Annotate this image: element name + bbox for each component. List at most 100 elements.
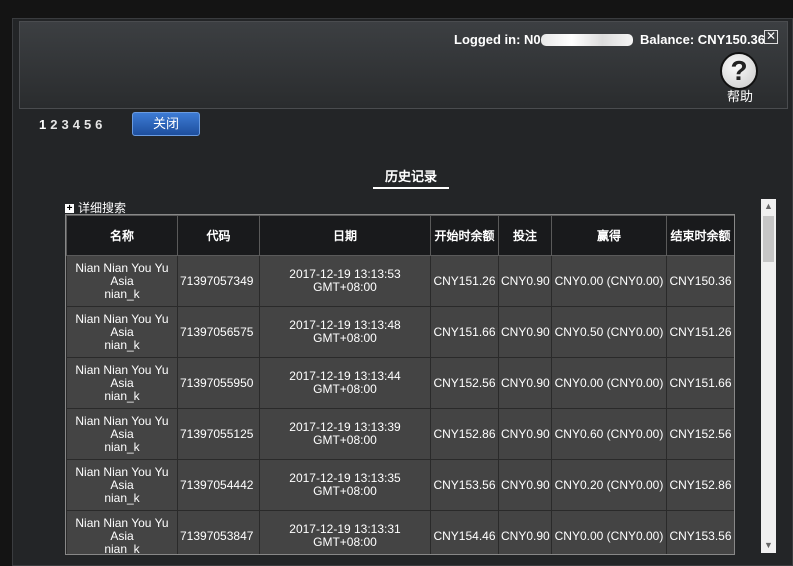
cell-start-balance-text: CNY153.56: [433, 477, 496, 492]
cell-win: CNY0.50 (CNY0.00): [551, 306, 667, 358]
column-header[interactable]: 开始时余额: [430, 215, 499, 256]
cell-start-balance-text: CNY151.26: [433, 273, 496, 288]
cell-date-text: GMT+08:00: [313, 331, 377, 345]
masked-username: [541, 34, 633, 46]
cell-bet: CNY0.90: [498, 357, 552, 409]
cell-start-balance-text: CNY152.56: [433, 375, 496, 390]
help-button[interactable]: ? 帮助: [719, 52, 761, 104]
cell-end-balance-text: CNY153.56: [669, 528, 732, 543]
cell-end-balance-text: CNY152.56: [669, 426, 732, 441]
cell-date-text: 2017-12-19 13:13:31: [289, 522, 401, 536]
cell-end-balance: CNY153.56: [666, 510, 734, 554]
cell-name-text: Nian Nian You Yu Asia: [75, 515, 169, 543]
page-link-6[interactable]: 6: [95, 117, 102, 132]
cell-bet: CNY0.90: [498, 459, 552, 511]
cell-code-text: 71397056575: [180, 324, 254, 339]
cell-end-balance-text: CNY152.86: [669, 477, 732, 492]
cell-bet-text: CNY0.90: [501, 273, 550, 288]
cell-date-text: 2017-12-19 13:13:48: [289, 318, 401, 332]
cell-date: 2017-12-19 13:13:48 GMT+08:00: [259, 306, 431, 358]
cell-code: 71397056575: [177, 306, 260, 358]
help-icon: ?: [720, 52, 758, 90]
header-bar: Logged in: N0 Balance: CNY150.36 ✕ ? 帮助: [19, 21, 788, 109]
cell-name: Nian Nian You Yu Asia nian_k: [66, 255, 178, 307]
cell-end-balance: CNY151.66: [666, 357, 734, 409]
scroll-down-icon[interactable]: ▼: [761, 538, 776, 553]
vertical-scrollbar[interactable]: ▲ ▼: [761, 199, 776, 553]
column-header[interactable]: 结束时余额: [666, 215, 734, 256]
cell-code-text: 71397053847: [180, 528, 254, 543]
cell-bet: CNY0.90: [498, 408, 552, 460]
cell-code: 71397055125: [177, 408, 260, 460]
page-link-3[interactable]: 3: [61, 117, 68, 132]
cell-code-text: 71397055950: [180, 375, 254, 390]
cell-bet-text: CNY0.90: [501, 324, 550, 339]
scroll-up-icon[interactable]: ▲: [761, 199, 776, 214]
cell-name-text: Nian Nian You Yu Asia: [75, 311, 169, 339]
cell-name-text: nian_k: [104, 490, 140, 505]
cell-name: Nian Nian You Yu Asia nian_k: [66, 306, 178, 358]
cell-bet-text: CNY0.90: [501, 375, 550, 390]
page-link-1[interactable]: 1: [39, 117, 46, 132]
plus-icon: +: [65, 203, 74, 214]
cell-code-text: 71397057349: [180, 273, 254, 288]
cell-win: CNY0.00 (CNY0.00): [551, 255, 667, 307]
cell-date-text: 2017-12-19 13:13:35: [289, 471, 401, 485]
cell-start-balance-text: CNY152.86: [433, 426, 496, 441]
cell-win: CNY0.00 (CNY0.00): [551, 357, 667, 409]
cell-bet: CNY0.90: [498, 255, 552, 307]
cell-start-balance: CNY151.66: [430, 306, 499, 358]
cell-date: 2017-12-19 13:13:35 GMT+08:00: [259, 459, 431, 511]
cell-name-text: nian_k: [104, 541, 140, 555]
column-header[interactable]: 代码: [177, 215, 260, 256]
scroll-thumb[interactable]: [763, 216, 774, 262]
table-row[interactable]: Nian Nian You Yu Asia nian_k 71397055125 20…: [66, 408, 734, 460]
cell-win-text: CNY0.00 (CNY0.00): [554, 375, 664, 390]
column-header[interactable]: 赢得: [551, 215, 667, 256]
history-table: 名称 代码 日期 开始时余额 投注 赢得 结束时余额 Nian Nian You Yu As…: [66, 215, 734, 555]
cell-code: 71397053847: [177, 510, 260, 554]
cell-end-balance-text: CNY151.66: [669, 375, 732, 390]
cell-end-balance-text: CNY150.36: [669, 273, 732, 288]
history-table-container: 名称 代码 日期 开始时余额 投注 赢得 结束时余额 Nian Nian You Yu As…: [65, 214, 735, 555]
cell-end-balance: CNY152.86: [666, 459, 734, 511]
table-row[interactable]: Nian Nian You Yu Asia nian_k 71397057349 20…: [66, 255, 734, 307]
cell-name-text: nian_k: [104, 388, 140, 403]
cell-name-text: Nian Nian You Yu Asia: [75, 362, 169, 390]
cell-win: CNY0.00 (CNY0.00): [551, 510, 667, 554]
cell-win-text: CNY0.20 (CNY0.00): [554, 477, 664, 492]
cell-name: Nian Nian You Yu Asia nian_k: [66, 408, 178, 460]
cell-code: 71397057349: [177, 255, 260, 307]
cell-date-text: GMT+08:00: [313, 433, 377, 447]
table-row[interactable]: Nian Nian You Yu Asia nian_k 71397054442 20…: [66, 459, 734, 511]
cell-date: 2017-12-19 13:13:53 GMT+08:00: [259, 255, 431, 307]
cell-name-text: Nian Nian You Yu Asia: [75, 413, 169, 441]
page-link-2[interactable]: 2: [50, 117, 57, 132]
balance-label: Balance: CNY150.36: [640, 32, 766, 47]
cell-bet-text: CNY0.90: [501, 426, 550, 441]
cell-win-text: CNY0.00 (CNY0.00): [554, 273, 664, 288]
cell-end-balance: CNY151.26: [666, 306, 734, 358]
cell-date-text: GMT+08:00: [313, 382, 377, 396]
cell-date-text: 2017-12-19 13:13:44: [289, 369, 401, 383]
table-row[interactable]: Nian Nian You Yu Asia nian_k 71397055950 20…: [66, 357, 734, 409]
close-icon[interactable]: ✕: [764, 30, 778, 44]
close-button[interactable]: 关闭: [132, 112, 200, 136]
table-row[interactable]: Nian Nian You Yu Asia nian_k 71397056575 20…: [66, 306, 734, 358]
column-header[interactable]: 名称: [66, 215, 178, 256]
cell-bet: CNY0.90: [498, 510, 552, 554]
column-header[interactable]: 日期: [259, 215, 431, 256]
cell-start-balance: CNY151.26: [430, 255, 499, 307]
table-row[interactable]: Nian Nian You Yu Asia nian_k 71397053847 20…: [66, 510, 734, 555]
cell-name-text: nian_k: [104, 439, 140, 454]
cell-start-balance: CNY154.46: [430, 510, 499, 554]
column-header[interactable]: 投注: [498, 215, 552, 256]
page-link-5[interactable]: 5: [84, 117, 91, 132]
cell-code: 71397055950: [177, 357, 260, 409]
page-link-4[interactable]: 4: [73, 117, 80, 132]
cell-bet: CNY0.90: [498, 306, 552, 358]
cell-code-text: 71397054442: [180, 477, 254, 492]
cell-win-text: CNY0.50 (CNY0.00): [554, 324, 664, 339]
cell-date: 2017-12-19 13:13:44 GMT+08:00: [259, 357, 431, 409]
cell-name: Nian Nian You Yu Asia nian_k: [66, 510, 178, 555]
